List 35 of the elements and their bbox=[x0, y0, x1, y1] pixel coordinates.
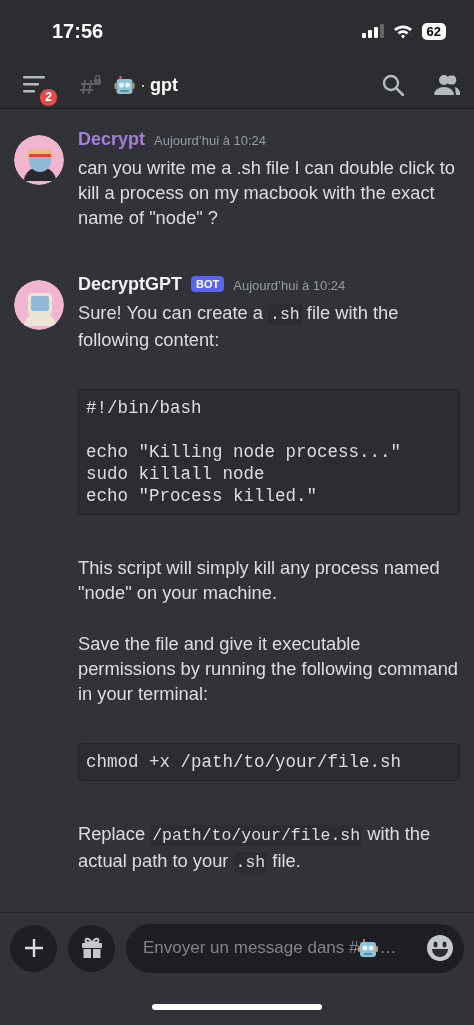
message-text: can you write me a .sh file I can double click to kill a process on my macbook with the exact name of "node" ? bbox=[78, 156, 456, 230]
add-button[interactable] bbox=[10, 924, 57, 972]
avatar bbox=[14, 280, 64, 330]
channel-name: gpt bbox=[150, 74, 178, 96]
plus-icon bbox=[23, 938, 44, 958]
author-name[interactable]: Decrypt bbox=[78, 129, 146, 150]
signal-icon bbox=[361, 24, 384, 38]
avatar bbox=[14, 135, 64, 185]
battery-level: 62 bbox=[421, 22, 446, 40]
members-button[interactable] bbox=[434, 74, 460, 96]
timestamp: Aujourd’hui à 10:24 bbox=[154, 133, 267, 148]
menu-icon bbox=[23, 75, 47, 93]
code-block: #!/bin/bash echo "Killing node process..." sudo killall node echo "Process killed." bbox=[78, 389, 460, 515]
unread-badge: 2 bbox=[38, 87, 59, 108]
emoji-icon[interactable] bbox=[426, 934, 454, 962]
robot-icon bbox=[358, 938, 379, 958]
robot-icon bbox=[114, 75, 135, 95]
search-icon bbox=[382, 74, 404, 96]
locked-channel-icon bbox=[80, 75, 102, 95]
message-text: This script will simply kill any process named "node" on your machine. bbox=[78, 556, 441, 605]
timestamp: Aujourd’hui à 10:24 bbox=[233, 278, 346, 293]
gift-icon bbox=[80, 937, 103, 959]
wifi-icon bbox=[392, 23, 413, 39]
message-text: Replace /path/to/your/file.sh with the actual path to your .sh file. bbox=[78, 822, 432, 875]
people-icon bbox=[434, 74, 460, 96]
author-name[interactable]: DecryptGPT bbox=[78, 274, 183, 295]
bot-tag: BOT bbox=[191, 276, 225, 292]
gift-button[interactable] bbox=[68, 924, 115, 972]
clock-time: 17:56 bbox=[52, 19, 104, 43]
search-button[interactable] bbox=[382, 74, 404, 96]
message-text: Save the file and give it executable permissions by running the following command in your terminal: bbox=[78, 632, 460, 706]
message-text: Sure! You can create a .sh file with the following content: bbox=[78, 301, 400, 352]
code-block: chmod +x /path/to/your/file.sh bbox=[78, 743, 460, 781]
message-field[interactable]: Envoyer un message dans # … bbox=[126, 923, 464, 973]
separator-dot: · bbox=[140, 74, 146, 96]
